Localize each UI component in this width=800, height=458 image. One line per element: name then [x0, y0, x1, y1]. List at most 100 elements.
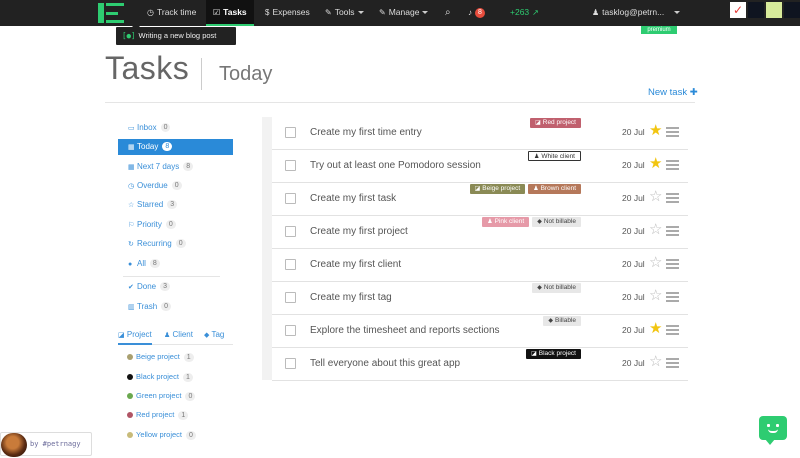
theme-swatch-navy[interactable] — [784, 2, 800, 18]
folder-icon: ◪ — [531, 351, 537, 357]
task-row[interactable]: Create my first project 20 Jul ☆ ♟ Pink clie… — [272, 216, 688, 249]
project-item-yellow[interactable]: Yellow project 0 — [127, 429, 196, 441]
arrow-up-right-icon: ↗ — [532, 8, 539, 17]
task-checkbox[interactable] — [285, 292, 296, 303]
star-icon[interactable]: ★ — [649, 321, 662, 336]
project-item-black[interactable]: Black project 1 — [127, 371, 193, 383]
nav-manage[interactable]: ✎ Manage — [376, 0, 431, 26]
star-icon[interactable]: ☆ — [649, 288, 662, 303]
task-title[interactable]: Create my first time entry — [310, 127, 422, 138]
task-checkbox[interactable] — [285, 160, 296, 171]
task-title[interactable]: Explore the timesheet and reports sectio… — [310, 325, 500, 336]
hamburger-menu-icon[interactable] — [666, 325, 679, 336]
sidebar-item-priority[interactable]: ⚐ Priority 0 — [118, 217, 233, 233]
task-title[interactable]: Create my first tag — [310, 292, 392, 303]
sidebar-item-all[interactable]: ● All 8 — [118, 256, 233, 272]
task-checkbox[interactable] — [285, 226, 296, 237]
task-title[interactable]: Create my first project — [310, 226, 408, 237]
nav-notifications[interactable]: ♪ 8 — [465, 0, 488, 26]
task-tag[interactable]: ♟ Pink client — [482, 217, 530, 227]
bell-icon: ♪ — [468, 8, 472, 17]
check-theme-icon[interactable]: ✓ — [730, 2, 746, 18]
tab-tag[interactable]: ◆ Tag — [204, 330, 224, 345]
theme-swatch-dark[interactable] — [748, 2, 764, 18]
sidebar-item-label: All — [137, 259, 146, 268]
nav-score[interactable]: +263 ↗ — [507, 0, 545, 26]
hamburger-menu-icon[interactable] — [666, 292, 679, 303]
check-icon: ✔ — [128, 284, 134, 291]
task-checkbox[interactable] — [285, 127, 296, 138]
nav-search[interactable]: ⌕ — [442, 0, 454, 26]
chevron-down-icon — [422, 11, 429, 15]
sidebar-item-today[interactable]: ▦ Today 8 — [118, 139, 233, 155]
task-tag[interactable]: ◪ Beige project — [469, 184, 526, 194]
hamburger-menu-icon[interactable] — [666, 127, 679, 138]
project-item-red[interactable]: Red project 1 — [127, 409, 189, 421]
task-row[interactable]: Explore the timesheet and reports sectio… — [272, 315, 688, 348]
tab-client[interactable]: ♟ Client — [164, 330, 193, 345]
task-row[interactable]: Tell everyone about this great app 20 Jul… — [272, 348, 688, 381]
task-title[interactable]: Try out at least one Pomodoro session — [310, 160, 481, 171]
page-title: Tasks — [105, 50, 190, 86]
sidebar-item-starred[interactable]: ☆ Starred 3 — [118, 197, 233, 213]
task-tag-label: Brown client — [540, 185, 576, 192]
star-icon[interactable]: ☆ — [649, 354, 662, 369]
project-color-dot — [127, 432, 133, 439]
sidebar-item-trash[interactable]: ▥ Trash 0 — [118, 299, 233, 315]
star-icon[interactable]: ☆ — [649, 222, 662, 237]
sidebar-item-next-7-days[interactable]: ▦ Next 7 days 8 — [118, 159, 233, 175]
task-tag[interactable]: ◆ Not billable — [532, 217, 581, 227]
task-checkbox[interactable] — [285, 193, 296, 204]
sidebar-item-overdue[interactable]: ◷ Overdue 0 — [118, 178, 233, 194]
project-item-beige[interactable]: Beige project 1 — [127, 351, 194, 363]
sidebar-item-label: Recurring — [137, 239, 172, 248]
hamburger-menu-icon[interactable] — [666, 226, 679, 237]
nav-expenses[interactable]: $ Expenses — [262, 0, 313, 26]
theme-swatch-lime[interactable] — [766, 2, 782, 18]
task-tag[interactable]: ♟ Brown client — [528, 184, 581, 194]
tag-icon: ◆ — [204, 332, 210, 339]
star-icon[interactable]: ★ — [649, 156, 662, 171]
task-row[interactable]: Create my first client 20 Jul ☆ — [272, 249, 688, 282]
chat-widget-button[interactable] — [759, 416, 787, 445]
task-row[interactable]: Create my first time entry 20 Jul ★ ◪ Red pr… — [272, 117, 688, 150]
hamburger-menu-icon[interactable] — [666, 160, 679, 171]
task-tag[interactable]: ◆ Not billable — [532, 283, 581, 293]
chevron-down-icon — [357, 11, 364, 15]
task-row[interactable]: Create my first tag 20 Jul ☆ ◆ Not billable — [272, 282, 688, 315]
hamburger-menu-icon[interactable] — [666, 358, 679, 369]
star-icon[interactable]: ☆ — [649, 255, 662, 270]
new-task-button[interactable]: New task ✚ — [648, 87, 698, 98]
task-checkbox[interactable] — [285, 358, 296, 369]
task-title[interactable]: Create my first task — [310, 193, 396, 204]
nav-account[interactable]: ♟ tasklog@petrn... — [589, 0, 683, 26]
task-row[interactable]: Create my first task 20 Jul ☆ ◪ Beige projec… — [272, 183, 688, 216]
tab-project[interactable]: ◪ Project — [118, 330, 152, 345]
author-credit[interactable]: by #petrnagy — [0, 432, 92, 457]
hamburger-menu-icon[interactable] — [666, 259, 679, 270]
nav-track-time[interactable]: ◷ Track time — [142, 0, 201, 26]
app-logo[interactable] — [98, 3, 128, 25]
sidebar-item-inbox[interactable]: ▭ Inbox 0 — [118, 120, 233, 136]
task-checkbox[interactable] — [285, 259, 296, 270]
task-title[interactable]: Tell everyone about this great app — [310, 358, 460, 369]
task-tag[interactable]: ◆ Billable — [543, 316, 581, 326]
hamburger-menu-icon[interactable] — [666, 193, 679, 204]
sidebar-item-count: 0 — [175, 239, 186, 249]
task-tag[interactable]: ♟ White client — [528, 151, 581, 161]
search-icon: ⌕ — [445, 7, 451, 18]
task-tag[interactable]: ◪ Black project — [526, 349, 581, 359]
star-icon[interactable]: ★ — [649, 123, 662, 138]
task-row[interactable]: Try out at least one Pomodoro session 20 … — [272, 150, 688, 183]
task-checkbox[interactable] — [285, 325, 296, 336]
sidebar-item-done[interactable]: ✔ Done 3 — [118, 279, 233, 295]
star-icon[interactable]: ☆ — [649, 189, 662, 204]
task-title[interactable]: Create my first client — [310, 259, 401, 270]
running-timer-tooltip[interactable]: [●] Writing a new blog post — [116, 23, 236, 45]
task-tag[interactable]: ◪ Red project — [530, 118, 581, 128]
sidebar-item-recurring[interactable]: ↻ Recurring 0 — [118, 236, 233, 252]
project-item-green[interactable]: Green project 0 — [127, 390, 196, 402]
premium-badge[interactable]: premium — [641, 26, 677, 34]
nav-tasks[interactable]: ☑ Tasks — [206, 0, 254, 26]
nav-tools[interactable]: ✎ Tools — [322, 0, 367, 26]
